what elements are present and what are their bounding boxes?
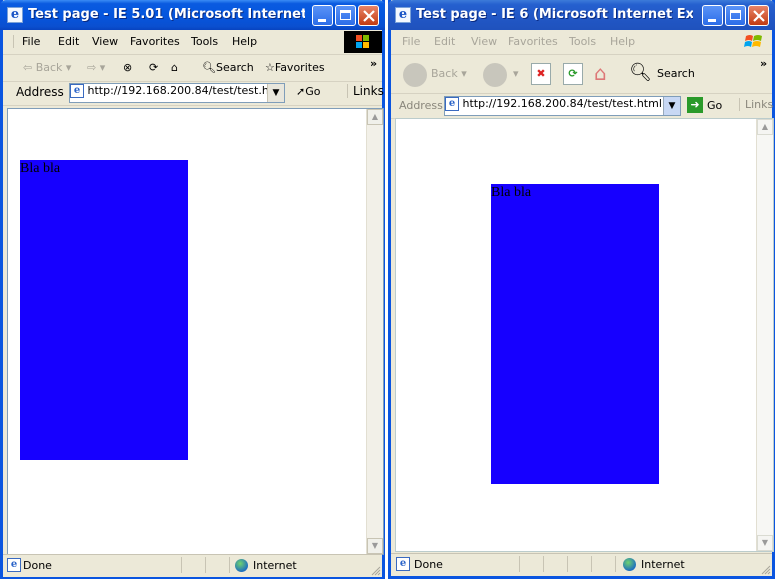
toolbar-overflow-chevron-icon[interactable]: » <box>760 57 767 70</box>
back-label: Back <box>431 67 458 80</box>
address-dropdown-icon[interactable]: ▼ <box>267 84 284 102</box>
vertical-scrollbar[interactable]: ▲ ▼ <box>366 109 383 554</box>
menu-tools[interactable]: Tools <box>569 35 596 48</box>
menu-help[interactable]: Help <box>610 35 635 48</box>
menu-favorites[interactable]: Favorites <box>508 35 558 48</box>
menu-edit[interactable]: Edit <box>434 35 455 48</box>
window-title: Test page - IE 5.01 (Microsoft Internet … <box>28 7 305 22</box>
go-button[interactable]: ➚Go <box>296 85 320 98</box>
windows-flag-icon <box>744 35 762 47</box>
go-label[interactable]: Go <box>707 99 722 112</box>
address-url: http://192.168.200.84/test/test.htm <box>87 84 284 97</box>
window-title: Test page - IE 6 (Microsoft Internet Exp… <box>416 7 693 22</box>
page-viewport: Bla bla ▲ ▼ <box>7 108 384 555</box>
back-button[interactable]: Back ▾ <box>431 67 467 80</box>
menu-view[interactable]: View <box>92 35 118 48</box>
go-arrow-icon[interactable]: ➜ <box>687 97 703 113</box>
favorites-label: Favorites <box>274 61 325 74</box>
home-icon[interactable]: ⌂ <box>171 61 178 74</box>
blue-box: Bla bla <box>491 184 659 484</box>
search-label[interactable]: Search <box>657 67 695 80</box>
home-icon[interactable]: ⌂ <box>594 61 607 85</box>
status-text: Done <box>414 558 443 571</box>
close-icon <box>363 10 375 22</box>
menu-file[interactable]: File <box>13 35 40 48</box>
address-label: Address <box>399 99 443 112</box>
ie6-window: e Test page - IE 6 (Microsoft Internet E… <box>388 0 775 579</box>
scroll-up-icon[interactable]: ▲ <box>367 109 383 125</box>
refresh-icon[interactable]: ⟳ <box>563 63 583 85</box>
toolbar-overflow-chevron-icon[interactable]: » <box>370 57 377 70</box>
maximize-button[interactable] <box>725 5 746 26</box>
menu-edit[interactable]: Edit <box>58 35 79 48</box>
menu-tools[interactable]: Tools <box>191 35 218 48</box>
ie-page-icon: e <box>7 7 23 23</box>
resize-grip-icon[interactable] <box>760 564 771 575</box>
go-label: Go <box>305 85 321 98</box>
resize-grip-icon[interactable] <box>370 565 381 576</box>
stop-icon[interactable]: ⊗ <box>123 61 132 74</box>
ie5-window: e Test page - IE 5.01 (Microsoft Interne… <box>0 0 385 579</box>
address-bar: Address e http://192.168.200.84/test/tes… <box>391 94 773 119</box>
status-bar: e Done Internet <box>3 554 382 577</box>
status-bar: e Done Internet <box>391 553 772 576</box>
address-bar: Address e http://192.168.200.84/test/tes… <box>3 81 384 106</box>
page-icon: e <box>70 84 84 98</box>
menu-bar: File Edit View Favorites Tools Help <box>3 30 382 55</box>
windows-logo <box>344 31 382 53</box>
address-input[interactable]: e http://192.168.200.84/test/test.htm ▼ <box>69 83 285 103</box>
links-button[interactable]: Links <box>347 84 384 98</box>
back-button[interactable]: ⇦ Back ▾ <box>23 61 71 74</box>
menu-help[interactable]: Help <box>232 35 257 48</box>
box-text: Bla bla <box>491 185 532 200</box>
menu-view[interactable]: View <box>471 35 497 48</box>
search-button[interactable]: 🔍︎Search <box>202 61 254 74</box>
title-bar[interactable]: e Test page - IE 6 (Microsoft Internet E… <box>388 0 775 30</box>
refresh-icon[interactable]: ⟳ <box>149 61 158 74</box>
back-icon[interactable] <box>403 63 427 87</box>
menu-file[interactable]: File <box>402 35 420 48</box>
internet-zone-globe-icon <box>235 559 248 572</box>
favorites-button[interactable]: ☆Favorites <box>265 61 325 74</box>
windows-flag-icon <box>356 35 369 48</box>
address-dropdown-icon[interactable]: ▼ <box>663 97 680 115</box>
maximize-button[interactable] <box>335 5 356 26</box>
address-input[interactable]: e http://192.168.200.84/test/test.html ▼ <box>444 96 681 116</box>
scroll-down-icon[interactable]: ▼ <box>367 538 383 554</box>
back-label: Back <box>35 61 63 74</box>
minimize-button[interactable] <box>702 5 723 26</box>
scroll-down-icon[interactable]: ▼ <box>757 535 773 551</box>
status-text: Done <box>23 559 52 572</box>
search-label: Search <box>215 61 254 74</box>
status-page-icon: e <box>396 557 410 571</box>
zone-label: Internet <box>253 559 297 572</box>
forward-icon[interactable] <box>483 63 507 87</box>
forward-button[interactable]: ⇨ ▾ <box>87 61 105 74</box>
menu-bar: File Edit View Favorites Tools Help <box>391 30 772 55</box>
search-icon[interactable]: 🔍︎ <box>629 62 652 83</box>
box-text: Bla bla <box>20 161 61 176</box>
menu-favorites[interactable]: Favorites <box>130 35 180 48</box>
links-button[interactable]: Links <box>739 98 773 111</box>
close-button[interactable] <box>748 5 769 26</box>
vertical-scrollbar[interactable]: ▲ ▼ <box>756 119 773 551</box>
standard-toolbar: ⇦ Back ▾ ⇨ ▾ ⊗ ⟳ ⌂ 🔍︎Search ☆Favorites » <box>3 55 382 82</box>
title-bar[interactable]: e Test page - IE 5.01 (Microsoft Interne… <box>0 0 385 30</box>
address-url: http://192.168.200.84/test/test.html <box>462 97 662 110</box>
minimize-button[interactable] <box>312 5 333 26</box>
standard-toolbar: Back ▾ ▾ ✖ ⟳ ⌂ 🔍︎ Search » <box>391 55 772 94</box>
scroll-up-icon[interactable]: ▲ <box>757 119 773 135</box>
status-page-icon: e <box>7 558 21 572</box>
internet-zone-globe-icon <box>623 558 636 571</box>
ie-page-icon: e <box>395 7 411 23</box>
page-icon: e <box>445 97 459 111</box>
stop-icon[interactable]: ✖ <box>531 63 551 85</box>
blue-box: Bla bla <box>20 160 188 460</box>
page-viewport: Bla bla ▲ ▼ <box>395 118 774 552</box>
address-label: Address <box>16 85 64 99</box>
close-button[interactable] <box>358 5 379 26</box>
zone-label: Internet <box>641 558 685 571</box>
close-icon <box>753 10 765 22</box>
